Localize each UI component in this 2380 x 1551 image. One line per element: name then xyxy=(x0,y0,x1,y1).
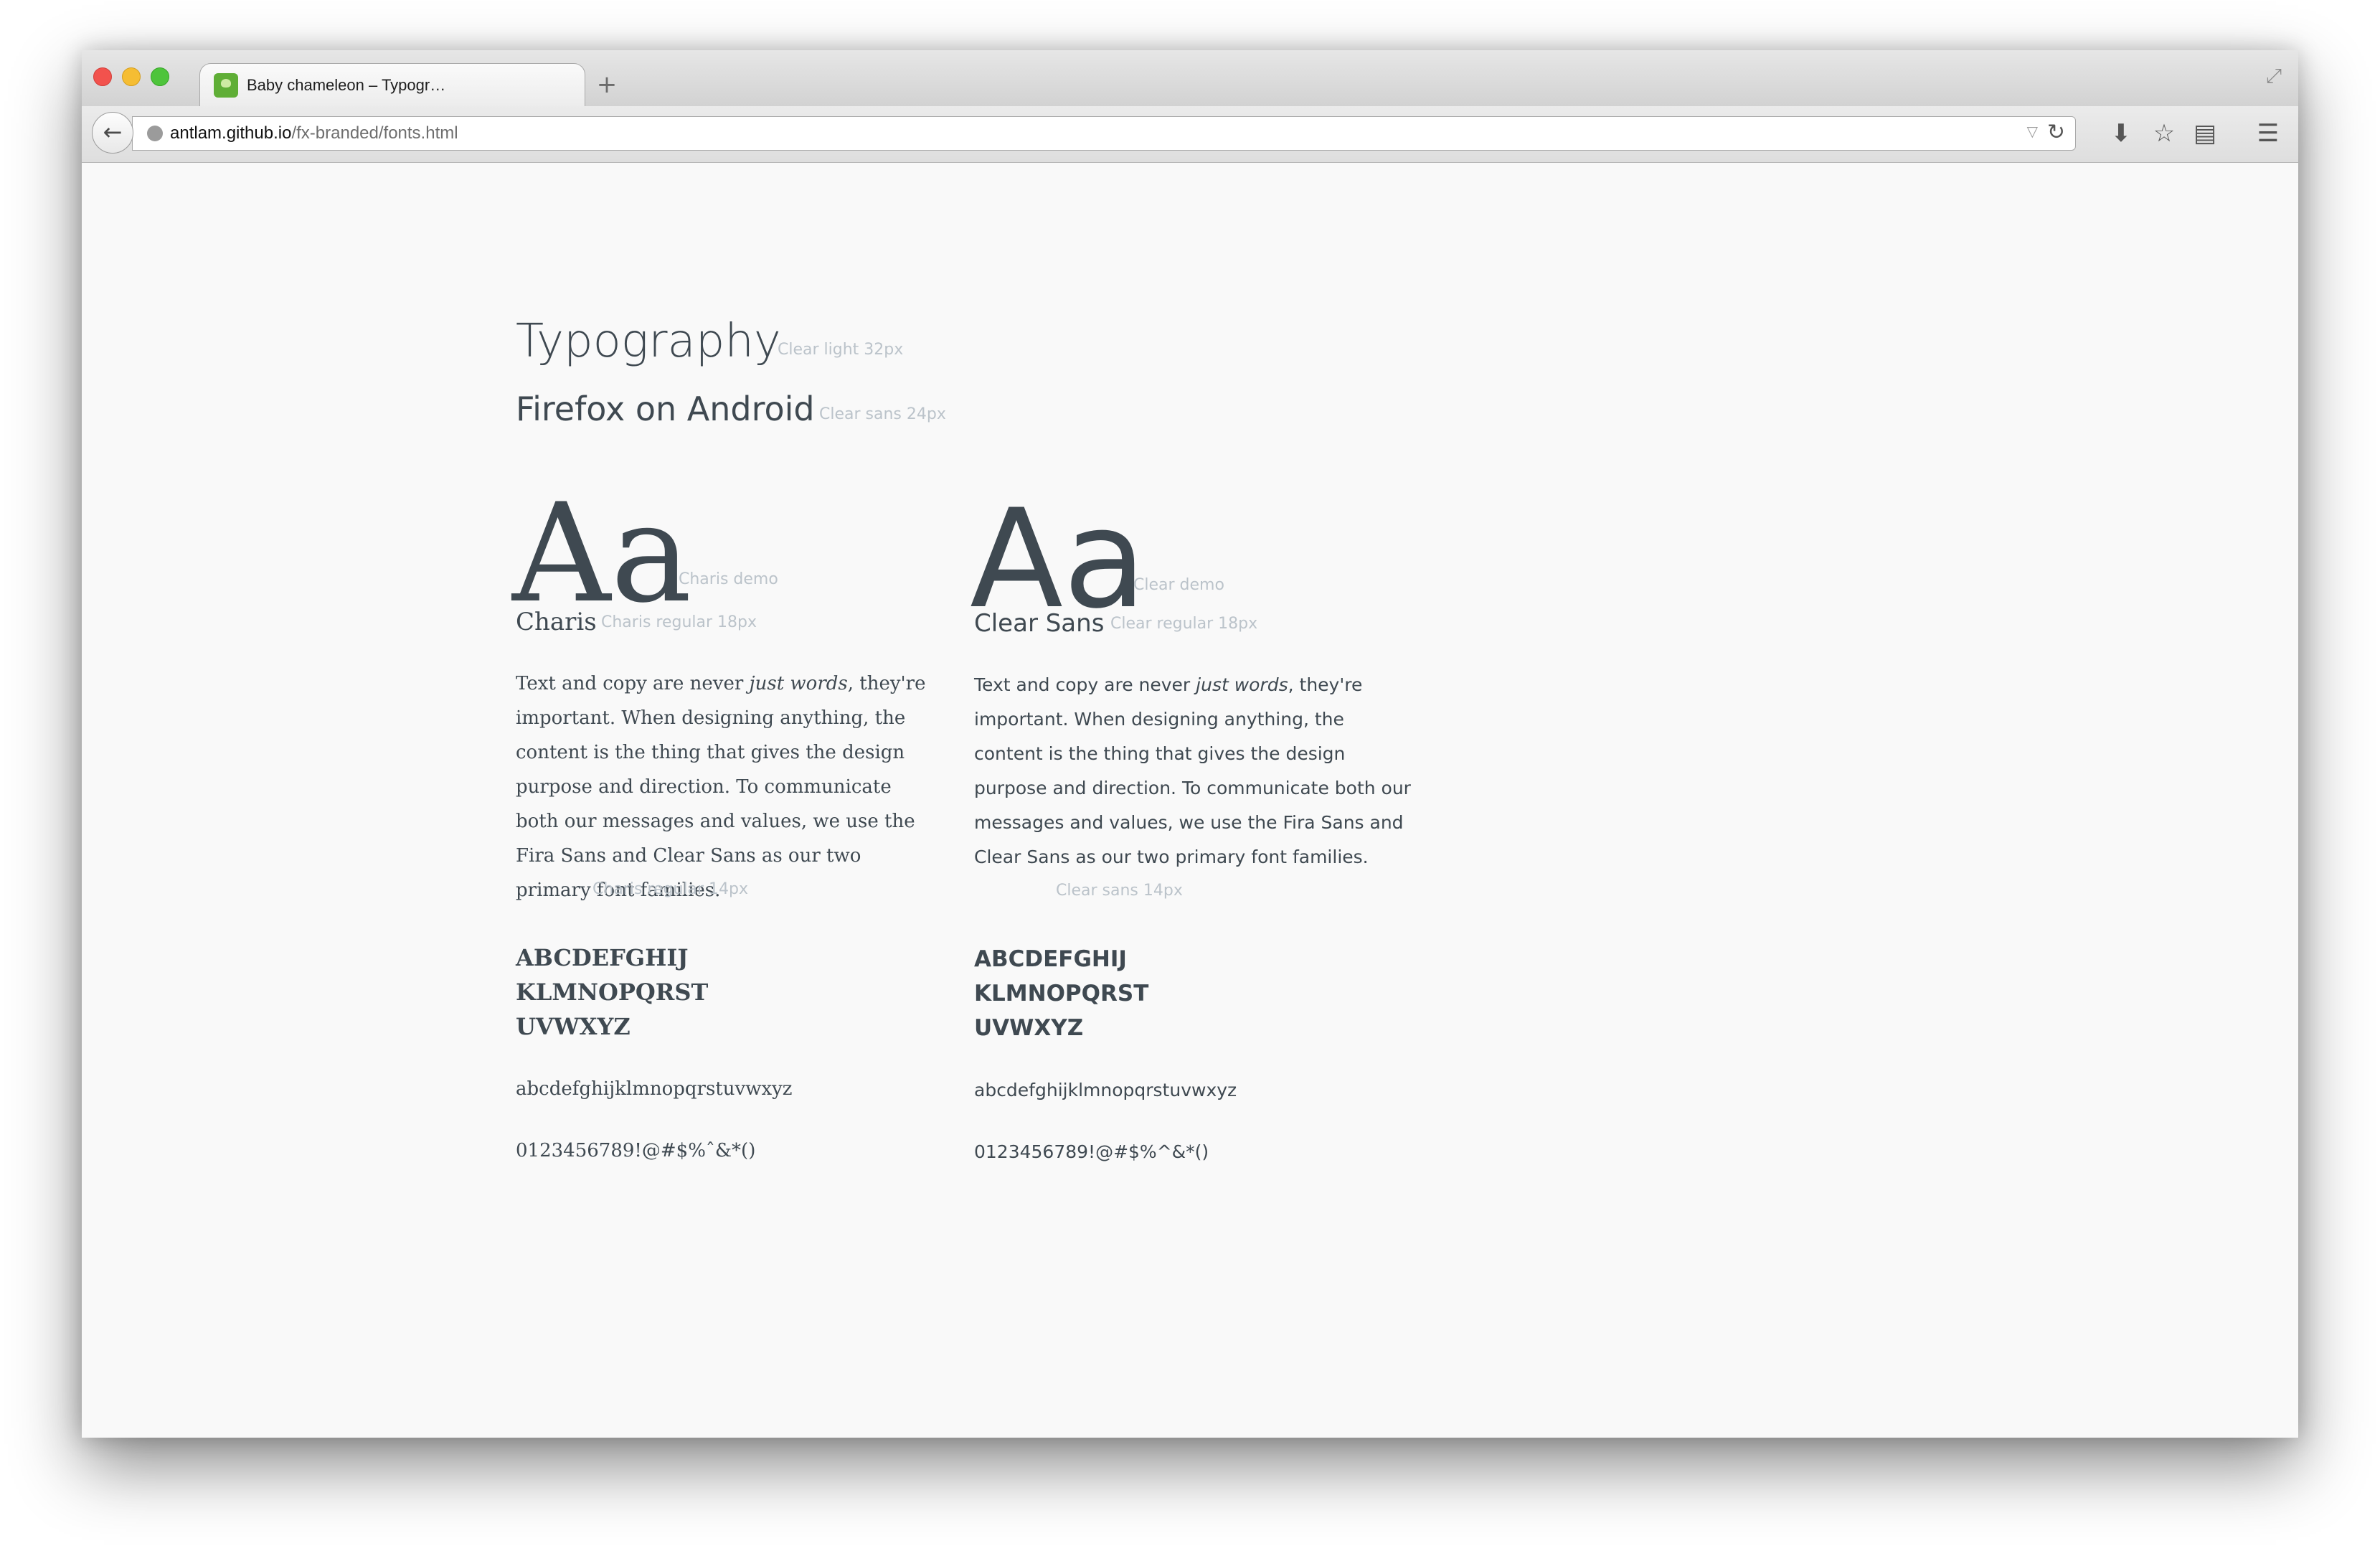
clear-uppercase-line-2: KLMNOPQRST xyxy=(974,981,1149,1006)
title-bar: Baby chameleon – Typogr… + ⤢ xyxy=(82,50,2298,108)
clear-demo-note: Clear demo xyxy=(1133,576,1224,594)
charis-para-note: Charis regular 14px xyxy=(592,880,749,898)
clear-digits: 0123456789!@#$%^&*() xyxy=(974,1141,1209,1162)
browser-window: Baby chameleon – Typogr… + ⤢ antlam.gith… xyxy=(82,50,2298,1438)
dropdown-icon[interactable]: ▽ xyxy=(2027,123,2038,140)
navigation-toolbar: antlam.github.io/fx-branded/fonts.html ▽… xyxy=(82,106,2298,163)
charis-lowercase: abcdefghijklmnopqrstuvwxyz xyxy=(516,1078,793,1100)
clear-demo-glyph: Aa xyxy=(970,480,1147,638)
minimize-icon[interactable] xyxy=(122,67,141,86)
clear-para-after: , they're important. When designing anyt… xyxy=(974,674,1411,867)
menu-icon[interactable]: ☰ xyxy=(2254,119,2282,148)
clear-font-note: Clear regular 18px xyxy=(1110,615,1258,633)
clear-para-note: Clear sans 14px xyxy=(1056,882,1183,900)
close-icon[interactable] xyxy=(93,67,112,86)
chameleon-favicon-icon xyxy=(214,73,238,98)
fullscreen-icon[interactable]: ⤢ xyxy=(2262,65,2285,88)
page-subtitle: Firefox on Android xyxy=(516,390,815,428)
tab-title: Baby chameleon – Typogr… xyxy=(247,76,446,94)
charis-font-note: Charis regular 18px xyxy=(601,613,757,631)
back-button[interactable]: ← xyxy=(92,112,133,154)
clear-para-emphasis: just words xyxy=(1196,674,1288,695)
reading-list-icon[interactable]: ▤ xyxy=(2191,119,2219,148)
charis-digits: 0123456789!@#$%ˆ&*() xyxy=(516,1140,756,1161)
charis-uppercase-line-3: UVWXYZ xyxy=(516,1013,631,1040)
url-text: antlam.github.io/fx-branded/fonts.html xyxy=(170,123,458,143)
url-host: antlam.github.io xyxy=(170,123,292,143)
zoom-icon[interactable] xyxy=(151,67,169,86)
clear-lowercase: abcdefghijklmnopqrstuvwxyz xyxy=(974,1080,1237,1100)
subtitle-note: Clear sans 24px xyxy=(819,405,946,423)
charis-demo-note: Charis demo xyxy=(679,570,778,588)
bookmark-star-icon[interactable]: ☆ xyxy=(2150,119,2178,148)
charis-para-after: , they're important. When designing anyt… xyxy=(516,673,926,901)
charis-font-name: Charis xyxy=(516,608,597,636)
page-content: Typography Clear light 32px Firefox on A… xyxy=(82,163,2298,1438)
clear-para-before: Text and copy are never xyxy=(974,674,1196,695)
charis-para-emphasis: just words xyxy=(749,673,848,694)
title-note: Clear light 32px xyxy=(778,341,904,359)
back-arrow-icon: ← xyxy=(103,118,123,146)
clear-font-name: Clear Sans xyxy=(974,609,1105,638)
url-path: /fx-branded/fonts.html xyxy=(291,123,458,143)
clear-paragraph: Text and copy are never just words, they… xyxy=(974,668,1415,874)
url-bar[interactable]: antlam.github.io/fx-branded/fonts.html ▽… xyxy=(132,116,2076,151)
charis-para-before: Text and copy are never xyxy=(516,673,750,694)
download-icon[interactable]: ⬇ xyxy=(2107,119,2135,148)
charis-uppercase-line-2: KLMNOPQRST xyxy=(516,979,709,1006)
clear-uppercase-line-1: ABCDEFGHIJ xyxy=(974,946,1127,972)
new-tab-button[interactable]: + xyxy=(594,65,620,105)
clear-uppercase-line-3: UVWXYZ xyxy=(974,1015,1084,1041)
charis-demo-glyph: Aa xyxy=(512,474,692,633)
page-title: Typography xyxy=(516,315,781,368)
charis-uppercase-line-1: ABCDEFGHIJ xyxy=(516,944,689,971)
globe-icon xyxy=(147,126,163,141)
reload-icon[interactable]: ↻ xyxy=(2047,120,2065,145)
charis-paragraph: Text and copy are never just words, they… xyxy=(516,666,939,908)
